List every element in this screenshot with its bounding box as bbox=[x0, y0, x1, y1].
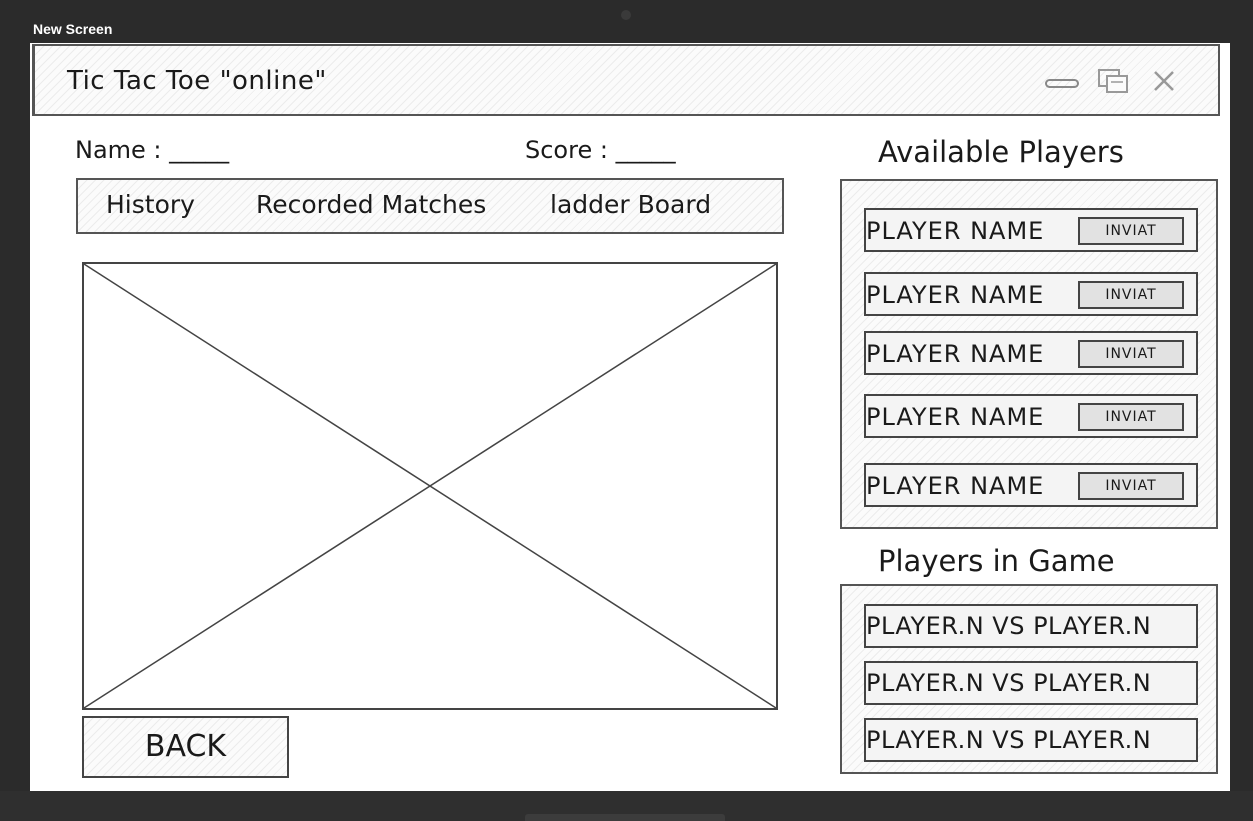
match-row[interactable]: PLAYER.N VS PLAYER.N bbox=[864, 661, 1198, 705]
image-placeholder-icon bbox=[84, 264, 776, 708]
player-name: PLAYER NAME bbox=[866, 403, 1045, 431]
invite-button[interactable]: INVIAT bbox=[1078, 281, 1184, 309]
player-row: PLAYER NAME INVIAT bbox=[864, 463, 1198, 507]
minimize-icon[interactable] bbox=[1045, 66, 1079, 96]
players-in-game-panel: PLAYER.N VS PLAYER.N PLAYER.N VS PLAYER.… bbox=[840, 584, 1218, 774]
game-board-placeholder bbox=[82, 262, 778, 710]
player-name: PLAYER NAME bbox=[866, 340, 1045, 368]
nav-ladder-board[interactable]: ladder Board bbox=[550, 190, 711, 219]
available-players-panel: PLAYER NAME INVIAT PLAYER NAME INVIAT PL… bbox=[840, 179, 1218, 529]
close-icon[interactable] bbox=[1147, 66, 1181, 96]
app-title: Tic Tac Toe "online" bbox=[67, 66, 327, 96]
player-row: PLAYER NAME INVIAT bbox=[864, 394, 1198, 438]
player-name: PLAYER NAME bbox=[866, 472, 1045, 500]
players-in-game-title: Players in Game bbox=[878, 544, 1115, 578]
player-name: PLAYER NAME bbox=[866, 217, 1045, 245]
available-players-title: Available Players bbox=[878, 135, 1124, 169]
player-row: PLAYER NAME INVIAT bbox=[864, 331, 1198, 375]
player-row: PLAYER NAME INVIAT bbox=[864, 272, 1198, 316]
invite-button[interactable]: INVIAT bbox=[1078, 472, 1184, 500]
invite-button[interactable]: INVIAT bbox=[1078, 217, 1184, 245]
player-name: PLAYER NAME bbox=[866, 281, 1045, 309]
bottom-tab bbox=[525, 814, 725, 821]
nav-recorded-matches[interactable]: Recorded Matches bbox=[256, 190, 486, 219]
match-row[interactable]: PLAYER.N VS PLAYER.N bbox=[864, 718, 1198, 762]
match-row[interactable]: PLAYER.N VS PLAYER.N bbox=[864, 604, 1198, 648]
app-titlebar: Tic Tac Toe "online" bbox=[32, 44, 1220, 116]
invite-button[interactable]: INVIAT bbox=[1078, 340, 1184, 368]
camera-dot bbox=[621, 10, 631, 20]
invite-button[interactable]: INVIAT bbox=[1078, 403, 1184, 431]
maximize-icon[interactable] bbox=[1097, 66, 1131, 96]
nav-history[interactable]: History bbox=[106, 190, 195, 219]
window-title: New Screen bbox=[33, 21, 113, 37]
name-label: Name : _____ bbox=[75, 136, 230, 164]
back-button[interactable]: BACK bbox=[82, 716, 289, 778]
player-row: PLAYER NAME INVIAT bbox=[864, 208, 1198, 252]
score-label: Score : _____ bbox=[525, 136, 676, 164]
nav-bar: History Recorded Matches ladder Board bbox=[76, 178, 784, 234]
